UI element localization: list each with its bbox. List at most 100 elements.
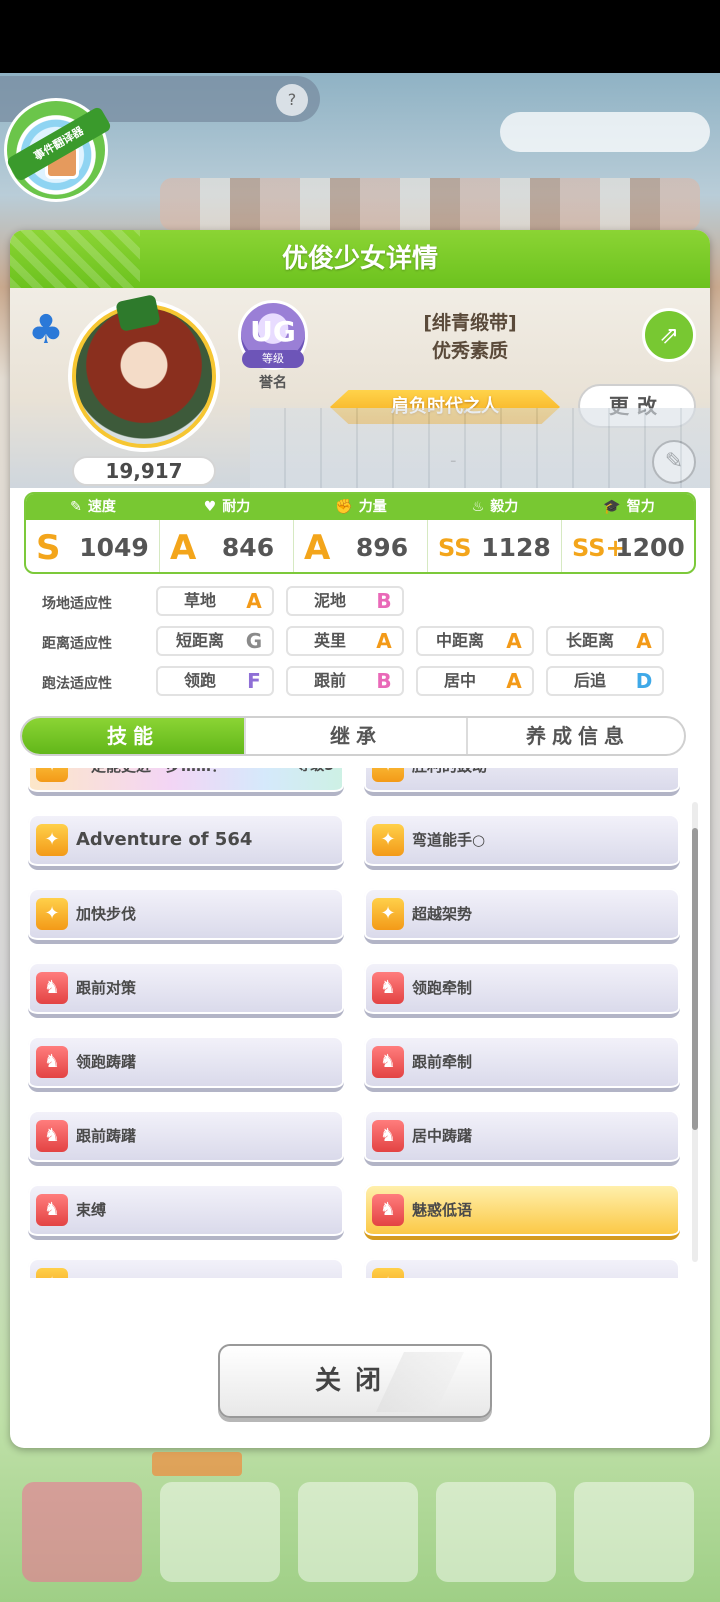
- change-epithet-button[interactable]: 更改: [578, 384, 696, 428]
- aptitude-row: 距离适应性 短距离 G 英里 A 中距离 A 长距离 A: [10, 626, 710, 658]
- rank-sub-label: 等级: [242, 350, 304, 368]
- skill-icon: ♞: [36, 1046, 68, 1078]
- skill-icon: ✦: [36, 898, 68, 930]
- stat-icon: 🎓: [603, 499, 621, 515]
- character-portrait[interactable]: [76, 308, 212, 444]
- stat-icon: ✊: [335, 499, 353, 515]
- detail-tabs: 技能 继承 养成信息: [20, 716, 686, 756]
- skill-name: 居中踌躇: [412, 1127, 473, 1145]
- aptitude-grade: A: [506, 629, 522, 653]
- skill-card[interactable]: ♞ 领跑牵制: [364, 962, 680, 1018]
- skill-card[interactable]: ✦ 弯道能手○: [364, 814, 680, 870]
- skill-card[interactable]: ✦ 一定能更进一步……！等级5: [28, 768, 344, 796]
- dialog-title: 优俊少女详情: [281, 244, 438, 274]
- aptitude-name: 短距离: [175, 631, 224, 650]
- skill-name: 胜利的鼓动: [412, 768, 632, 792]
- aptitude-cell: 英里 A: [286, 626, 404, 656]
- skill-icon: ✦: [372, 824, 404, 856]
- skill-name: 超越架势: [412, 905, 473, 923]
- skill-name: 一定能更进一步……！: [76, 768, 296, 792]
- aptitude-grade: B: [376, 589, 392, 613]
- aptitude-cell: 领跑 F: [156, 666, 274, 696]
- stat-name: 力量: [358, 499, 387, 515]
- skill-name: 魅惑低语: [412, 1201, 473, 1219]
- stat-icon: ♨: [471, 499, 485, 515]
- skill-icon: ♞: [36, 1194, 68, 1226]
- skill-card[interactable]: ✦: [364, 1258, 680, 1278]
- aptitude-grade: D: [635, 669, 653, 693]
- skill-card[interactable]: ♞ 跟前对策: [28, 962, 344, 1018]
- skill-icon: ✦: [372, 898, 404, 930]
- aptitude-cell: 长距离 A: [546, 626, 664, 656]
- skills-list[interactable]: ✦ 一定能更进一步……！等级5 ✦ 胜利的鼓动 ✦ Adventure of 564 ✦ 弯道…: [22, 768, 690, 1278]
- stats-panel: ✎ 速度 S 1049 ♥ 耐力 A 846 ✊ 力量 A 896 ♨ 毅力 SS 1128 🎓 智力 SS+ 120…: [24, 492, 696, 574]
- close-button[interactable]: 关闭: [218, 1344, 492, 1418]
- background-nav-tag: [152, 1452, 242, 1476]
- skill-icon: ♞: [372, 1194, 404, 1226]
- aptitude-name: 居中: [443, 671, 476, 690]
- aptitude-grade: B: [376, 669, 392, 693]
- stat-column: ✊ 力量 A 896: [294, 494, 428, 572]
- skill-card[interactable]: ♞ 居中踌躇: [364, 1110, 680, 1166]
- aptitude-grade: A: [506, 669, 522, 693]
- stat-value: 1049: [79, 533, 149, 562]
- aptitude-cell: 短距离 G: [156, 626, 274, 656]
- skill-icon: ♞: [36, 1120, 68, 1152]
- profile-section: ♣ 19,917 UG 等级 誉名 [绯青缎带] 优秀素质 ⇗ 肩负时代之人 更…: [10, 288, 710, 488]
- skill-card[interactable]: ✦ 超越架势: [364, 888, 680, 944]
- aptitude-grade: A: [246, 589, 262, 613]
- skill-name: 加快步伐: [76, 905, 137, 923]
- skill-card[interactable]: ✦: [28, 1258, 344, 1278]
- skill-name: 弯道能手○: [412, 831, 486, 849]
- outfit-title: [绯青缎带]: [423, 312, 517, 334]
- skill-card[interactable]: ♞ 魅惑低语: [364, 1184, 680, 1240]
- aptitude-cell: 泥地 B: [286, 586, 404, 616]
- skill-icon: ♞: [372, 1046, 404, 1078]
- aptitude-cell: 居中 A: [416, 666, 534, 696]
- stat-header: ♥ 耐力: [160, 494, 294, 520]
- skill-card[interactable]: ♞ 束缚: [28, 1184, 344, 1240]
- background-nav-item: [436, 1482, 556, 1582]
- stat-header: ✊ 力量: [294, 494, 428, 520]
- skill-card[interactable]: ✦ 加快步伐: [28, 888, 344, 944]
- aptitude-row: 场地适应性 草地 A 泥地 B: [10, 586, 710, 618]
- tab-inheritance[interactable]: 继承: [244, 718, 466, 754]
- background-nav-item: [160, 1482, 280, 1582]
- skill-card[interactable]: ♞ 跟前踌躇: [28, 1110, 344, 1166]
- skill-card[interactable]: ♞ 领跑踌躇: [28, 1036, 344, 1092]
- edit-button[interactable]: ✎: [652, 440, 696, 484]
- aptitude-name: 草地: [183, 591, 216, 610]
- aptitude-name: 英里: [313, 631, 346, 650]
- background-nav-item: [574, 1482, 694, 1582]
- skill-level: 等级5: [296, 768, 334, 792]
- skill-icon: ♞: [372, 1120, 404, 1152]
- skill-card[interactable]: ✦ Adventure of 564: [28, 814, 344, 870]
- event-translator-badge[interactable]: 事件翻译器: [4, 98, 113, 202]
- tab-training-info[interactable]: 养成信息: [466, 718, 684, 754]
- skills-scrollbar-thumb[interactable]: [692, 828, 698, 1130]
- skill-card[interactable]: ♞ 跟前牵制: [364, 1036, 680, 1092]
- fans-count: 19,917: [72, 456, 216, 486]
- skill-name: 跟前牵制: [412, 1053, 473, 1071]
- background-top-right-button: [500, 112, 710, 152]
- skill-icon: ✦: [36, 768, 68, 782]
- character-detail-dialog: 优俊少女详情 ♣ 19,917 UG 等级 誉名 [绯青缎带] 优秀素质 ⇗ 肩…: [10, 230, 710, 1448]
- rank-label: 誉名: [259, 375, 287, 391]
- stat-value: 846: [221, 533, 275, 562]
- background-nav-item: [22, 1482, 142, 1582]
- background-bottom-nav: [0, 1452, 720, 1602]
- skill-icon: ♞: [36, 972, 68, 1004]
- aptitude-grade: F: [247, 669, 261, 693]
- stat-name: 毅力: [490, 499, 519, 515]
- skill-icon: ✦: [372, 1268, 404, 1278]
- stat-icon: ✎: [70, 499, 82, 515]
- background-characters: [160, 178, 700, 230]
- skill-card[interactable]: ✦ 胜利的鼓动: [364, 768, 680, 796]
- aptitude-name: 泥地: [313, 591, 346, 610]
- outfit-subtitle: 优秀素质: [431, 340, 508, 362]
- share-button[interactable]: ⇗: [642, 308, 696, 362]
- aptitude-cell: 中距离 A: [416, 626, 534, 656]
- background-close-icon: ?: [276, 84, 308, 116]
- pencil-icon: ✎: [664, 449, 684, 474]
- tab-skills[interactable]: 技能: [22, 718, 244, 754]
